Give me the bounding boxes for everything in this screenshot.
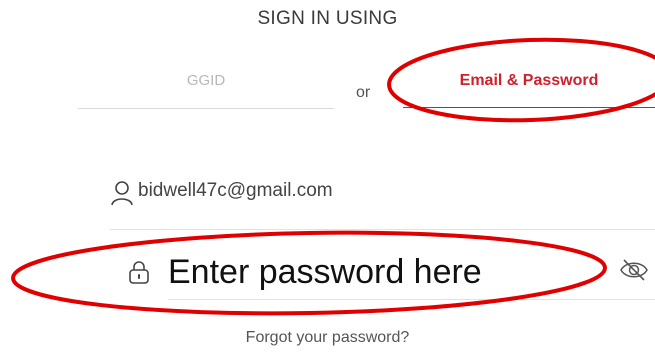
tab-email-password[interactable]: Email & Password — [403, 72, 655, 90]
eye-slash-icon[interactable] — [619, 257, 649, 283]
password-input[interactable] — [168, 248, 588, 296]
lock-icon — [129, 261, 149, 284]
tab-email-underline — [403, 107, 655, 108]
tab-ggid-underline — [78, 108, 334, 109]
forgot-password-link[interactable]: Forgot your password? — [0, 329, 655, 347]
sign-in-heading: SIGN IN USING — [257, 8, 398, 29]
user-icon — [111, 181, 133, 206]
tab-ggid[interactable]: GGID — [78, 72, 334, 89]
password-field-underline — [168, 299, 655, 300]
email-field[interactable]: bidwell47c@gmail.com — [138, 180, 333, 202]
email-field-underline — [110, 229, 655, 230]
tab-separator: or — [356, 84, 371, 101]
